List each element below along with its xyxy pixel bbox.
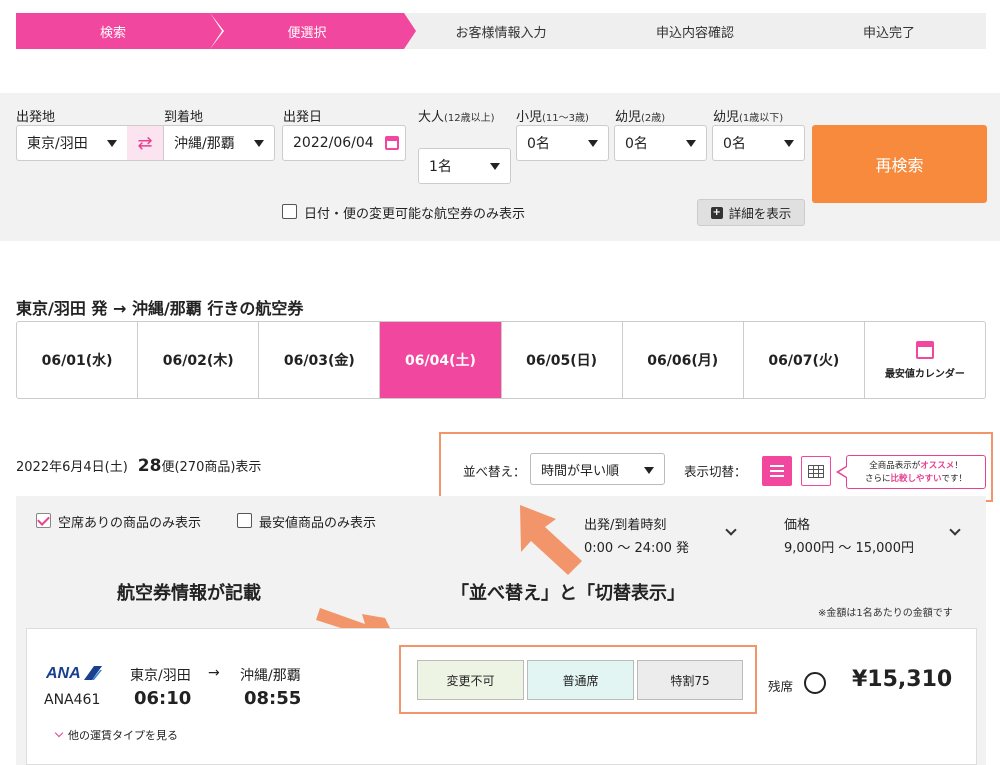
ana-logo-icon: ANA — [46, 665, 102, 682]
seats-available-icon — [804, 672, 826, 694]
departure-time: 06:10 — [134, 688, 192, 709]
fare-tag-discount: 特割75 — [637, 660, 743, 700]
route-arrow: → — [208, 665, 220, 681]
svg-text:ANA: ANA — [46, 665, 81, 682]
flight-number: ANA461 — [44, 692, 101, 708]
fare-tag-unchangeable: 変更不可 — [417, 660, 524, 700]
arrival-time: 08:55 — [244, 688, 302, 709]
annotation-info: 航空券情報が記載 — [117, 583, 261, 604]
other-fares-link[interactable]: 他の運賃タイプを見る — [54, 727, 178, 743]
arrow-up-icon — [520, 505, 582, 575]
chevron-down-icon — [54, 728, 64, 738]
flight-price: ¥15,310 — [852, 667, 953, 692]
arrival-city: 沖縄/那覇 — [240, 668, 301, 684]
price-note: ※金額は1名あたりの金額です — [818, 608, 953, 619]
seats-label: 残席 — [768, 679, 794, 694]
annotation-sort-view: 「並べ替え」と「切替表示」 — [451, 583, 685, 604]
departure-city: 東京/羽田 — [130, 668, 191, 684]
fare-tag-seat-class: 普通席 — [527, 660, 634, 700]
other-fares-label: 他の運賃タイプを見る — [68, 729, 178, 742]
